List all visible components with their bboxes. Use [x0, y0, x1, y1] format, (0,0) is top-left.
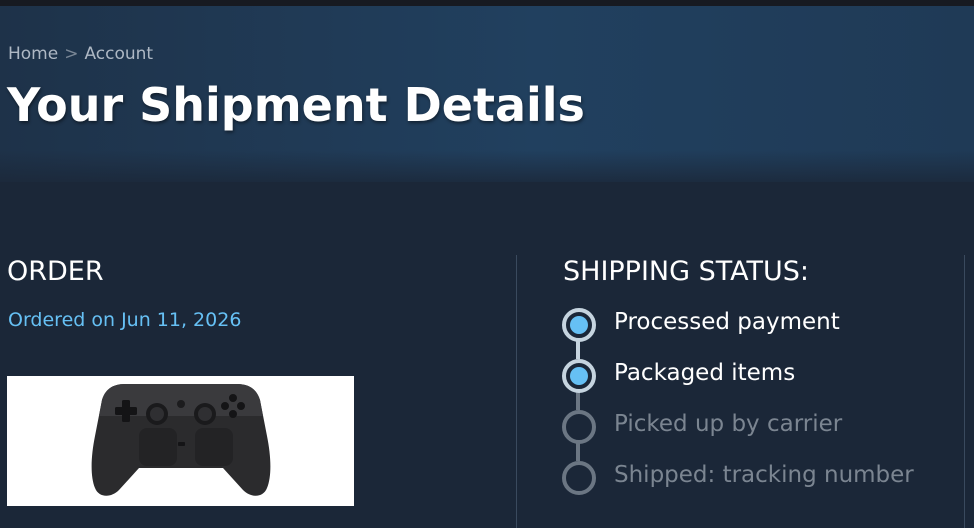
product-image[interactable] [7, 376, 354, 506]
shipping-step-shipped: Shipped: tracking number [562, 461, 962, 495]
column-divider [516, 255, 517, 528]
step-pending-indicator [562, 410, 596, 444]
header-fade [0, 150, 974, 190]
page-title: Your Shipment Details [7, 78, 585, 132]
step-label: Shipped: tracking number [614, 462, 914, 488]
step-pending-indicator [562, 461, 596, 495]
shipping-step-processed-payment: Processed payment [562, 308, 962, 342]
order-date: Ordered on Jun 11, 2026 [8, 309, 242, 331]
order-heading: ORDER [7, 256, 104, 287]
game-controller-icon [91, 384, 271, 496]
step-complete-indicator [562, 359, 596, 393]
step-complete-indicator [562, 308, 596, 342]
shipping-step-packaged-items: Packaged items [562, 359, 962, 393]
breadcrumb-separator: > [64, 44, 79, 64]
step-label: Packaged items [614, 360, 796, 386]
column-divider-right [964, 255, 965, 528]
shipping-step-picked-up: Picked up by carrier [562, 410, 962, 444]
breadcrumb-account-link[interactable]: Account [84, 44, 153, 64]
step-label: Picked up by carrier [614, 411, 843, 437]
shipping-status-heading: SHIPPING STATUS: [563, 256, 810, 287]
breadcrumb: Home > Account [8, 44, 153, 64]
step-label: Processed payment [614, 309, 840, 335]
breadcrumb-home-link[interactable]: Home [8, 44, 58, 64]
